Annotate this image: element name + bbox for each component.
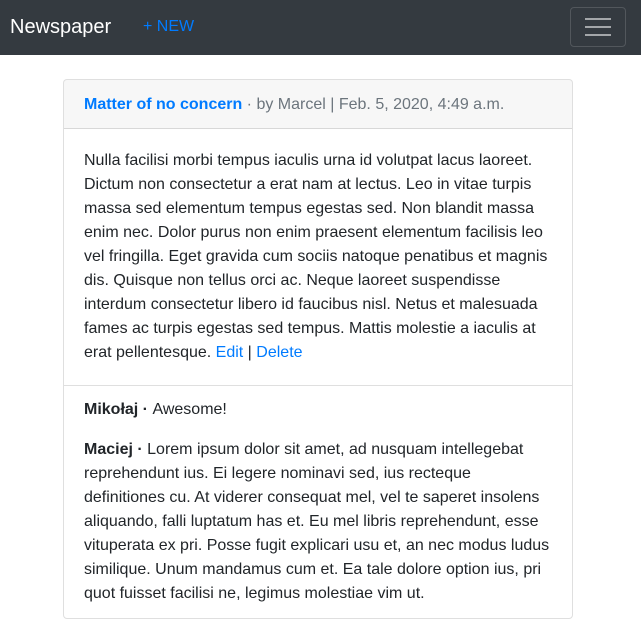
article-date: Feb. 5, 2020, 4:49 a.m. [338, 96, 505, 113]
hamburger-bar [585, 34, 611, 36]
delete-link[interactable]: Delete [256, 344, 302, 361]
meta-prefix: · by [242, 96, 278, 113]
article-body: Nulla facilisi morbi tempus iaculis urna… [64, 129, 572, 386]
edit-link[interactable]: Edit [216, 344, 244, 361]
comment-author: Mikołaj [84, 401, 139, 418]
article-title-link[interactable]: Matter of no concern [84, 96, 242, 113]
comment-item: Maciej · Lorem ipsum dolor sit amet, ad … [84, 438, 552, 606]
hamburger-bar [585, 26, 611, 28]
article-header: Matter of no concern · by Marcel | Feb. … [64, 80, 572, 129]
comment-item: Mikołaj · Awesome! [84, 398, 552, 422]
brand-logo-text[interactable]: Newspaper [10, 14, 111, 40]
navbar: Newspaper + NEW [0, 0, 641, 55]
new-article-link[interactable]: + NEW [143, 16, 194, 38]
article-body-text: Nulla facilisi morbi tempus iaculis urna… [84, 152, 548, 361]
article-card: Matter of no concern · by Marcel | Feb. … [63, 79, 573, 619]
comment-separator: · [132, 441, 148, 458]
comment-text: Lorem ipsum dolor sit amet, ad nusquam i… [84, 441, 550, 602]
comment-text: Awesome! [152, 401, 227, 418]
hamburger-bar [585, 18, 611, 20]
comment-author: Maciej [84, 441, 133, 458]
navbar-toggler-button[interactable] [570, 7, 626, 47]
comment-separator: · [138, 401, 153, 418]
meta-separator: | [325, 96, 339, 113]
comments-list: Mikołaj · Awesome! Maciej · Lorem ipsum … [64, 386, 572, 606]
article-author: Marcel [277, 96, 326, 113]
action-separator: | [243, 344, 257, 361]
